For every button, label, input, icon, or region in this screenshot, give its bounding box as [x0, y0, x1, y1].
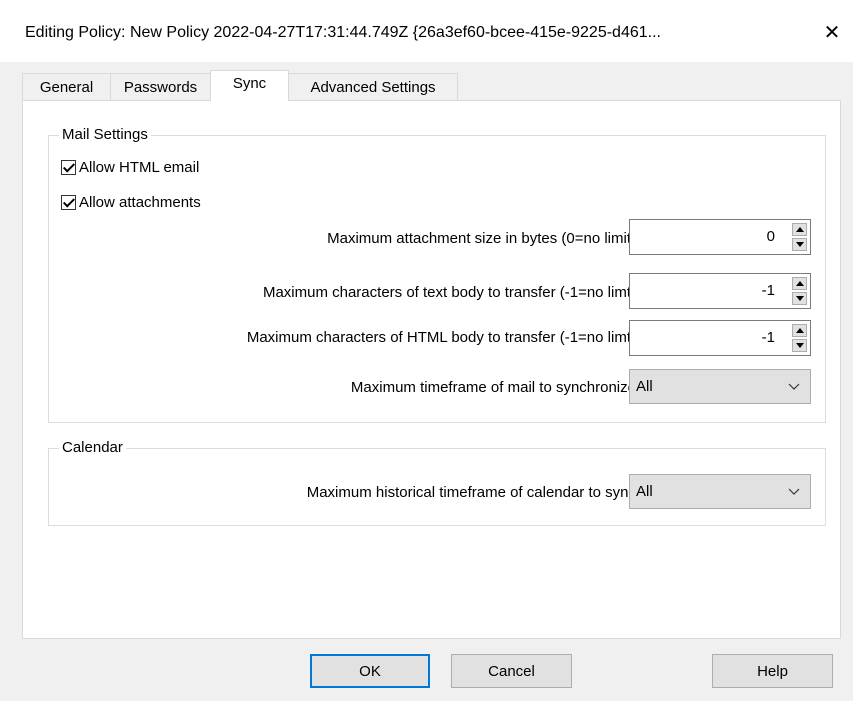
tab-label: General: [39, 78, 94, 96]
tab-sync[interactable]: Sync: [210, 70, 289, 101]
max-mail-timeframe-value: All: [636, 378, 653, 395]
help-button[interactable]: Help: [712, 654, 833, 688]
arrow-down-icon: [795, 343, 804, 348]
mail-settings-group: Mail Settings Allow HTML email Allow att…: [48, 126, 826, 423]
ok-button[interactable]: OK: [310, 654, 430, 688]
allow-attachments-label: Allow attachments: [79, 194, 201, 211]
arrow-down-icon: [795, 296, 804, 301]
arrow-up-icon: [795, 227, 804, 232]
close-icon: ✕: [823, 21, 841, 44]
allow-html-email-checkbox[interactable]: Allow HTML email: [61, 159, 199, 176]
window-title: Editing Policy: New Policy 2022-04-27T17…: [25, 24, 661, 41]
max-html-body-label: Maximum characters of HTML body to trans…: [246, 329, 636, 346]
close-button[interactable]: ✕: [818, 18, 846, 46]
chevron-down-icon: [788, 383, 800, 390]
tab-advanced-settings[interactable]: Advanced Settings: [288, 73, 458, 100]
spin-down-button[interactable]: [792, 339, 807, 352]
arrow-down-icon: [795, 242, 804, 247]
max-text-body-value: -1: [761, 282, 775, 299]
max-mail-timeframe-select[interactable]: All: [629, 369, 811, 404]
tab-label: Passwords: [123, 78, 198, 96]
spin-up-button[interactable]: [792, 324, 807, 337]
max-attachment-label: Maximum attachment size in bytes (0=no l…: [327, 230, 636, 247]
mail-settings-legend: Mail Settings: [59, 126, 151, 143]
spin-up-button[interactable]: [792, 223, 807, 236]
help-button-label: Help: [757, 662, 788, 680]
max-mail-timeframe-label: Maximum timeframe of mail to synchronize: [350, 379, 636, 396]
max-calendar-timeframe-label: Maximum historical timeframe of calendar…: [306, 484, 636, 501]
arrow-up-icon: [795, 328, 804, 333]
max-text-body-label: Maximum characters of text body to trans…: [262, 284, 636, 301]
max-calendar-timeframe-select[interactable]: All: [629, 474, 811, 509]
title-bar: Editing Policy: New Policy 2022-04-27T17…: [0, 0, 853, 62]
cancel-button[interactable]: Cancel: [451, 654, 572, 688]
spin-down-button[interactable]: [792, 238, 807, 251]
cancel-button-label: Cancel: [488, 662, 535, 680]
tab-passwords[interactable]: Passwords: [110, 73, 211, 100]
spin-up-button[interactable]: [792, 277, 807, 290]
calendar-legend: Calendar: [59, 439, 126, 456]
tab-general[interactable]: General: [22, 73, 111, 100]
tab-strip: General Passwords Sync Advanced Settings: [22, 70, 842, 101]
chevron-down-icon: [788, 488, 800, 495]
sync-tab-panel: Mail Settings Allow HTML email Allow att…: [22, 100, 841, 639]
max-attachment-spinner[interactable]: 0: [629, 219, 811, 255]
arrow-up-icon: [795, 281, 804, 286]
max-html-body-spinner[interactable]: -1: [629, 320, 811, 356]
max-calendar-timeframe-value: All: [636, 483, 653, 500]
checkbox-checked-icon: [61, 195, 76, 210]
max-html-body-value: -1: [761, 329, 775, 346]
allow-attachments-checkbox[interactable]: Allow attachments: [61, 194, 201, 211]
calendar-group: Calendar Maximum historical timeframe of…: [48, 439, 826, 526]
tab-label: Sync: [232, 75, 267, 92]
max-text-body-spinner[interactable]: -1: [629, 273, 811, 309]
tab-label: Advanced Settings: [310, 78, 436, 96]
ok-button-label: OK: [359, 662, 381, 680]
allow-html-email-label: Allow HTML email: [79, 159, 200, 176]
spin-down-button[interactable]: [792, 292, 807, 305]
checkbox-checked-icon: [61, 160, 76, 175]
max-attachment-value: 0: [766, 228, 775, 245]
